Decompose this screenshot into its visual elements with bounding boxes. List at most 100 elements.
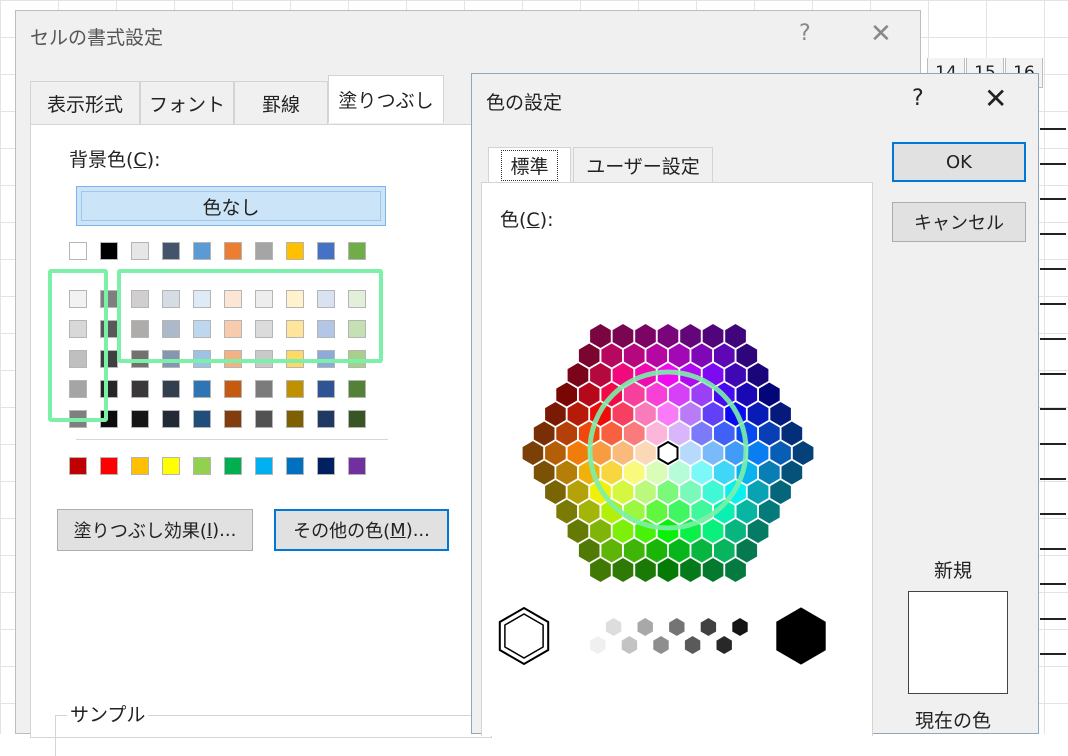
theme-shade-swatch[interactable] [162, 290, 180, 308]
tab-font[interactable]: フォント [140, 81, 234, 124]
theme-shade-swatch[interactable] [69, 350, 87, 368]
theme-shade-swatch[interactable] [100, 410, 118, 428]
theme-shade-swatch[interactable] [224, 350, 242, 368]
help-icon[interactable]: ? [912, 86, 924, 111]
theme-shade-swatch[interactable] [100, 380, 118, 398]
theme-shade-swatch[interactable] [348, 380, 366, 398]
theme-shade-swatch[interactable] [162, 410, 180, 428]
theme-shade-swatch[interactable] [286, 290, 304, 308]
theme-shade-swatch[interactable] [348, 410, 366, 428]
standard-color-swatch[interactable] [286, 457, 304, 475]
grayscale-hexagon[interactable] [715, 634, 733, 656]
theme-shade-swatch[interactable] [286, 410, 304, 428]
grayscale-hexagon[interactable] [636, 616, 654, 638]
grayscale-hexagon[interactable] [573, 616, 591, 638]
no-color-button[interactable]: 色なし [76, 186, 386, 226]
theme-shade-swatch[interactable] [131, 320, 149, 338]
grayscale-hexagon[interactable] [668, 616, 686, 638]
help-icon[interactable]: ? [799, 21, 811, 46]
theme-shade-swatch[interactable] [100, 290, 118, 308]
standard-color-swatch[interactable] [255, 457, 273, 475]
black-large-hexagon[interactable] [776, 607, 826, 665]
theme-color-swatch[interactable] [317, 242, 335, 260]
theme-shade-swatch[interactable] [100, 320, 118, 338]
theme-shade-swatch[interactable] [162, 350, 180, 368]
new-color-label: 新規 [934, 560, 973, 582]
theme-shade-swatch[interactable] [317, 320, 335, 338]
theme-shade-swatch[interactable] [224, 380, 242, 398]
standard-color-swatch[interactable] [162, 457, 180, 475]
theme-color-swatch[interactable] [162, 242, 180, 260]
theme-shade-swatch[interactable] [131, 350, 149, 368]
hexagon-color-picker[interactable] [482, 183, 872, 736]
tab-border[interactable]: 罫線 [234, 81, 328, 124]
tab-fill[interactable]: 塗りつぶし [328, 75, 444, 123]
theme-color-swatch[interactable] [193, 242, 211, 260]
theme-shade-swatch[interactable] [131, 290, 149, 308]
theme-color-swatch[interactable] [69, 242, 87, 260]
theme-shade-swatch[interactable] [193, 350, 211, 368]
theme-shade-swatch[interactable] [224, 320, 242, 338]
grayscale-hexagon[interactable] [652, 634, 670, 656]
theme-shade-swatch[interactable] [255, 350, 273, 368]
theme-shade-swatch[interactable] [286, 380, 304, 398]
theme-color-swatch[interactable] [348, 242, 366, 260]
grayscale-hexagon[interactable] [731, 616, 749, 638]
theme-shade-swatch[interactable] [69, 380, 87, 398]
theme-shade-swatch[interactable] [162, 380, 180, 398]
grayscale-hexagon[interactable] [604, 616, 623, 638]
grayscale-hexagon[interactable] [699, 616, 718, 638]
white-large-hexagon[interactable] [498, 606, 550, 666]
theme-color-swatch[interactable] [100, 242, 118, 260]
grayscale-hexagon[interactable] [683, 634, 702, 656]
standard-color-swatch[interactable] [100, 457, 118, 475]
grayscale-hexagon[interactable] [620, 634, 639, 656]
theme-shade-swatch[interactable] [286, 350, 304, 368]
theme-shade-swatch[interactable] [348, 320, 366, 338]
theme-shade-swatch[interactable] [317, 350, 335, 368]
more-colors-button[interactable]: その他の色(M)... [274, 509, 449, 551]
theme-shade-swatch[interactable] [69, 290, 87, 308]
theme-shade-swatch[interactable] [317, 380, 335, 398]
theme-shade-swatch[interactable] [224, 290, 242, 308]
theme-shade-swatch[interactable] [69, 320, 87, 338]
standard-color-swatch[interactable] [193, 457, 211, 475]
standard-color-swatch[interactable] [348, 457, 366, 475]
standard-color-swatch[interactable] [131, 457, 149, 475]
theme-shade-swatch[interactable] [348, 350, 366, 368]
theme-shade-swatch[interactable] [100, 350, 118, 368]
theme-shade-swatch[interactable] [286, 320, 304, 338]
theme-color-swatch[interactable] [131, 242, 149, 260]
theme-shade-swatch[interactable] [131, 410, 149, 428]
tab-number-format[interactable]: 表示形式 [30, 81, 140, 124]
theme-shade-swatch[interactable] [131, 380, 149, 398]
theme-shade-swatch[interactable] [255, 410, 273, 428]
theme-shade-swatch[interactable] [193, 410, 211, 428]
theme-shade-swatch[interactable] [69, 410, 87, 428]
close-icon[interactable]: ✕ [870, 19, 892, 49]
close-icon[interactable]: ✕ [984, 82, 1007, 115]
theme-shade-swatch[interactable] [224, 410, 242, 428]
theme-shade-swatch[interactable] [193, 320, 211, 338]
theme-shade-swatch[interactable] [193, 380, 211, 398]
standard-color-swatch[interactable] [317, 457, 335, 475]
standard-color-swatch[interactable] [224, 457, 242, 475]
tab-standard[interactable]: 標準 [488, 147, 571, 183]
ok-button[interactable]: OK [892, 142, 1026, 182]
fill-effects-button[interactable]: 塗りつぶし効果(I)... [57, 509, 253, 551]
cancel-button[interactable]: キャンセル [892, 202, 1026, 242]
theme-color-swatch[interactable] [224, 242, 242, 260]
grayscale-hexagon[interactable] [589, 634, 607, 656]
theme-shade-swatch[interactable] [317, 290, 335, 308]
theme-shade-swatch[interactable] [255, 290, 273, 308]
tab-custom[interactable]: ユーザー設定 [573, 147, 713, 183]
theme-shade-swatch[interactable] [255, 380, 273, 398]
theme-shade-swatch[interactable] [317, 410, 335, 428]
theme-shade-swatch[interactable] [193, 290, 211, 308]
theme-shade-swatch[interactable] [348, 290, 366, 308]
theme-shade-swatch[interactable] [162, 320, 180, 338]
theme-color-swatch[interactable] [286, 242, 304, 260]
theme-shade-swatch[interactable] [255, 320, 273, 338]
standard-color-swatch[interactable] [69, 457, 87, 475]
theme-color-swatch[interactable] [255, 242, 273, 260]
